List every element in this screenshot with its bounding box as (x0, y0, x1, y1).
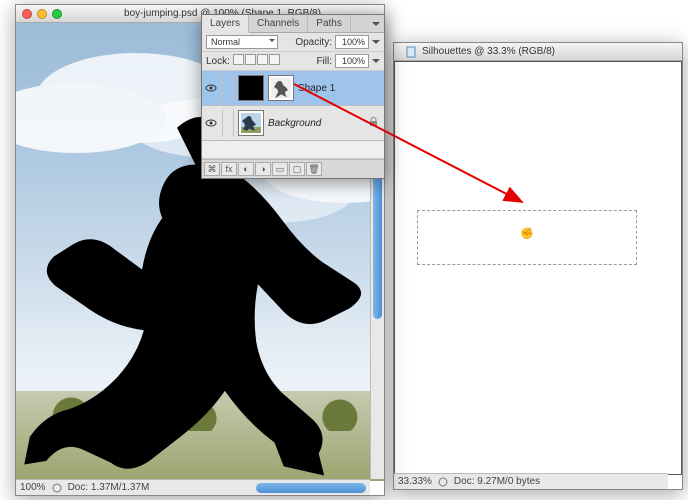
lock-image-button[interactable] (245, 54, 256, 65)
lock-icon (369, 117, 378, 130)
zoom-level[interactable]: 100% (20, 482, 46, 493)
opacity-field[interactable]: 100% (335, 35, 369, 49)
lock-transparency-button[interactable] (233, 54, 244, 65)
zoom-level[interactable]: 33.33% (398, 476, 432, 487)
document-window-silhouettes: Silhouettes @ 33.3% (RGB/8) ✊ 33.33% Doc… (393, 42, 683, 490)
panel-menu-button[interactable] (368, 15, 384, 32)
layers-empty-area (202, 141, 384, 159)
new-layer-button[interactable]: ▢ (289, 162, 305, 176)
vector-mask-thumb[interactable] (268, 75, 294, 101)
layer-style-button[interactable]: fx (221, 162, 237, 176)
close-button[interactable] (22, 9, 32, 19)
tab-channels[interactable]: Channels (249, 15, 308, 32)
chevron-icon[interactable] (372, 38, 380, 46)
doc-info: Doc: 9.27M/0 bytes (454, 476, 540, 487)
layer-shape-1[interactable]: Shape 1 (202, 71, 384, 106)
link-column[interactable] (222, 109, 234, 137)
visibility-toggle[interactable] (204, 81, 218, 95)
fill-field[interactable]: 100% (335, 54, 369, 68)
lock-label: Lock: (206, 56, 230, 67)
canvas[interactable]: ✊ (394, 61, 682, 475)
layers-panel: Layers Channels Paths Normal Opacity: 10… (201, 14, 385, 179)
doc-info: Doc: 1.37M/1.37M (68, 482, 150, 493)
layer-name[interactable]: Background (268, 118, 321, 129)
panel-footer: ⌘ fx ◐ ◑ ▭ ▢ 🗑 (202, 159, 384, 178)
info-icon (52, 483, 62, 493)
layer-group-button[interactable]: ▭ (272, 162, 288, 176)
status-bar: 33.33% Doc: 9.27M/0 bytes (394, 473, 668, 489)
lock-position-button[interactable] (257, 54, 268, 65)
link-layers-button[interactable]: ⌘ (204, 162, 220, 176)
document-title: Silhouettes @ 33.3% (RGB/8) (422, 46, 555, 57)
visibility-toggle[interactable] (204, 116, 218, 130)
opacity-label: Opacity: (295, 37, 332, 48)
horizontal-scrollbar-thumb[interactable] (256, 483, 366, 493)
layer-thumb[interactable] (238, 110, 264, 136)
file-icon (406, 46, 418, 58)
layer-mask-button[interactable]: ◐ (238, 162, 254, 176)
panel-tabs: Layers Channels Paths (202, 15, 384, 33)
adjustment-layer-button[interactable]: ◑ (255, 162, 271, 176)
chevron-icon[interactable] (372, 57, 380, 65)
layer-color-thumb[interactable] (238, 75, 264, 101)
scrollbar-thumb[interactable] (373, 160, 382, 320)
tab-paths[interactable]: Paths (308, 15, 351, 32)
zoom-button[interactable] (52, 9, 62, 19)
tab-layers[interactable]: Layers (202, 15, 249, 33)
status-bar: 100% Doc: 1.37M/1.37M (16, 479, 370, 495)
titlebar[interactable]: Silhouettes @ 33.3% (RGB/8) (394, 43, 682, 61)
lock-fill-row: Lock: Fill: 100% (202, 52, 384, 71)
layer-name[interactable]: Shape 1 (298, 83, 335, 94)
drag-cursor-icon: ✊ (520, 227, 534, 240)
blend-mode-dropdown[interactable]: Normal (206, 35, 278, 49)
minimize-button[interactable] (37, 9, 47, 19)
lock-buttons (233, 54, 281, 68)
fill-label: Fill: (316, 56, 332, 67)
link-column[interactable] (222, 74, 234, 102)
delete-layer-button[interactable]: 🗑 (306, 162, 322, 176)
lock-all-button[interactable] (269, 54, 280, 65)
blend-opacity-row: Normal Opacity: 100% (202, 33, 384, 52)
layer-background[interactable]: Background (202, 106, 384, 141)
info-icon (438, 477, 448, 487)
